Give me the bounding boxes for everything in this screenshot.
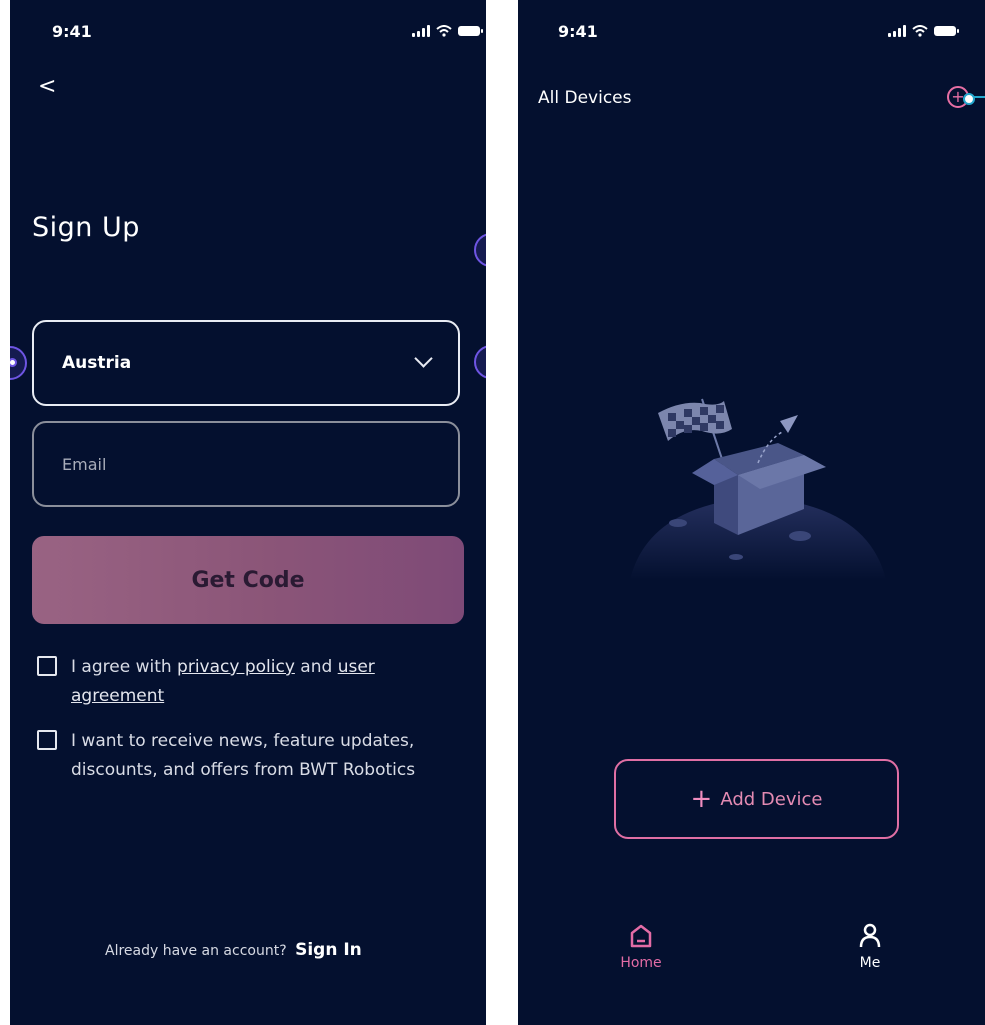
agree-prefix: I agree with — [71, 657, 178, 677]
battery-icon — [458, 26, 483, 36]
signal-icon — [412, 25, 430, 37]
signin-link[interactable]: Sign In — [295, 940, 362, 960]
prototype-connector-dot — [963, 93, 975, 105]
agree-checkbox[interactable] — [37, 656, 57, 676]
devices-screen: 9:41 All Devices + + Add Device Home Me — [518, 0, 985, 1025]
resize-handle[interactable] — [474, 233, 486, 267]
wifi-icon — [436, 25, 452, 37]
home-icon — [630, 924, 652, 948]
signup-screen: 9:41 < Sign Up Austria Email Get Code I … — [10, 0, 486, 1025]
agree-row: I agree with privacy policy and user agr… — [37, 653, 457, 711]
tab-home-label: Home — [620, 955, 662, 971]
plus-icon: + — [690, 784, 713, 814]
screen-title: All Devices — [538, 88, 632, 108]
gutter-middle — [486, 0, 518, 1025]
person-icon — [859, 923, 881, 948]
flag-icon — [658, 401, 732, 441]
empty-state-illustration — [630, 398, 886, 580]
signin-prompt: Already have an account? — [105, 943, 287, 959]
add-device-label: Add Device — [720, 788, 823, 810]
news-text: I want to receive news, feature updates,… — [71, 731, 416, 780]
news-checkbox[interactable] — [37, 730, 57, 750]
status-icons — [412, 25, 483, 37]
status-time: 9:41 — [52, 22, 92, 41]
tab-me[interactable]: Me — [830, 923, 910, 971]
signin-line: Already have an account? Sign In — [105, 940, 362, 960]
battery-icon — [934, 26, 959, 36]
page-title: Sign Up — [32, 212, 140, 243]
add-device-button[interactable]: + Add Device — [614, 759, 899, 839]
tab-home[interactable]: Home — [601, 923, 681, 971]
news-row: I want to receive news, feature updates,… — [37, 727, 457, 785]
tab-me-label: Me — [859, 955, 881, 971]
email-field[interactable]: Email — [32, 421, 460, 507]
gutter-left — [0, 0, 10, 1025]
status-time: 9:41 — [558, 22, 598, 41]
get-code-button[interactable]: Get Code — [32, 536, 464, 624]
back-icon[interactable]: < — [38, 74, 56, 99]
country-select[interactable]: Austria — [32, 320, 460, 406]
resize-handle[interactable] — [474, 345, 486, 379]
country-value: Austria — [62, 353, 132, 373]
chevron-down-icon — [414, 349, 433, 368]
signal-icon — [888, 25, 906, 37]
status-icons — [888, 25, 959, 37]
agree-text: I agree with privacy policy and user agr… — [71, 653, 457, 711]
agree-middle: and — [294, 657, 338, 677]
wifi-icon — [912, 25, 928, 37]
privacy-policy-link[interactable]: privacy policy — [177, 657, 295, 677]
email-placeholder: Email — [62, 454, 107, 474]
